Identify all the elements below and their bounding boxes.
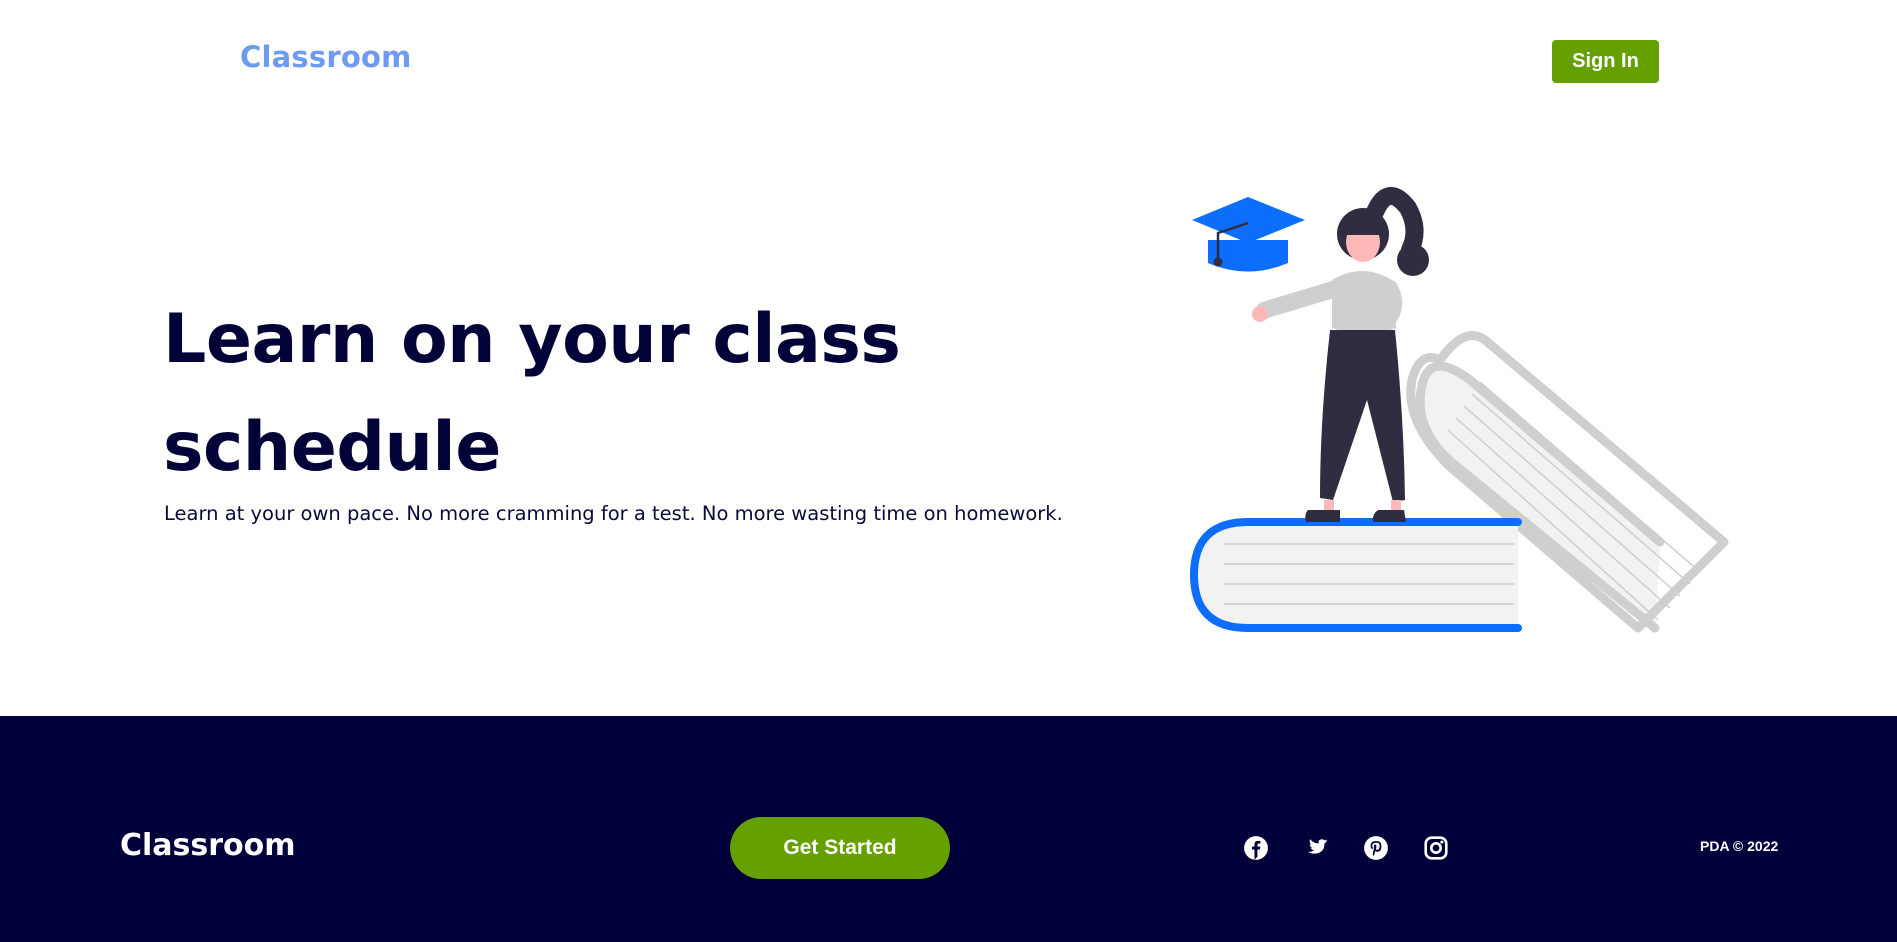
student-on-books-illustration (1189, 187, 1729, 633)
hero-title-line-2: schedule (163, 408, 501, 487)
twitter-icon[interactable] (1303, 835, 1329, 861)
pinterest-icon[interactable] (1363, 835, 1389, 861)
footer: Classroom Get Started PDA © 2022 (0, 716, 1897, 942)
hero-title: Learn on your class schedule (163, 286, 1063, 502)
sign-in-button[interactable]: Sign In (1552, 40, 1659, 83)
get-started-button[interactable]: Get Started (730, 817, 950, 879)
footer-brand-logo[interactable]: Classroom (120, 828, 296, 863)
instagram-icon[interactable] (1423, 835, 1449, 861)
hero-title-line-1: Learn on your class (163, 300, 901, 379)
header-brand-logo[interactable]: Classroom (240, 40, 411, 74)
facebook-icon[interactable] (1243, 835, 1269, 861)
copyright-text: PDA © 2022 (1700, 838, 1779, 854)
graduation-cap (1192, 197, 1305, 272)
flat-book (1189, 518, 1522, 632)
hero-subtitle: Learn at your own pace. No more cramming… (164, 502, 1063, 525)
